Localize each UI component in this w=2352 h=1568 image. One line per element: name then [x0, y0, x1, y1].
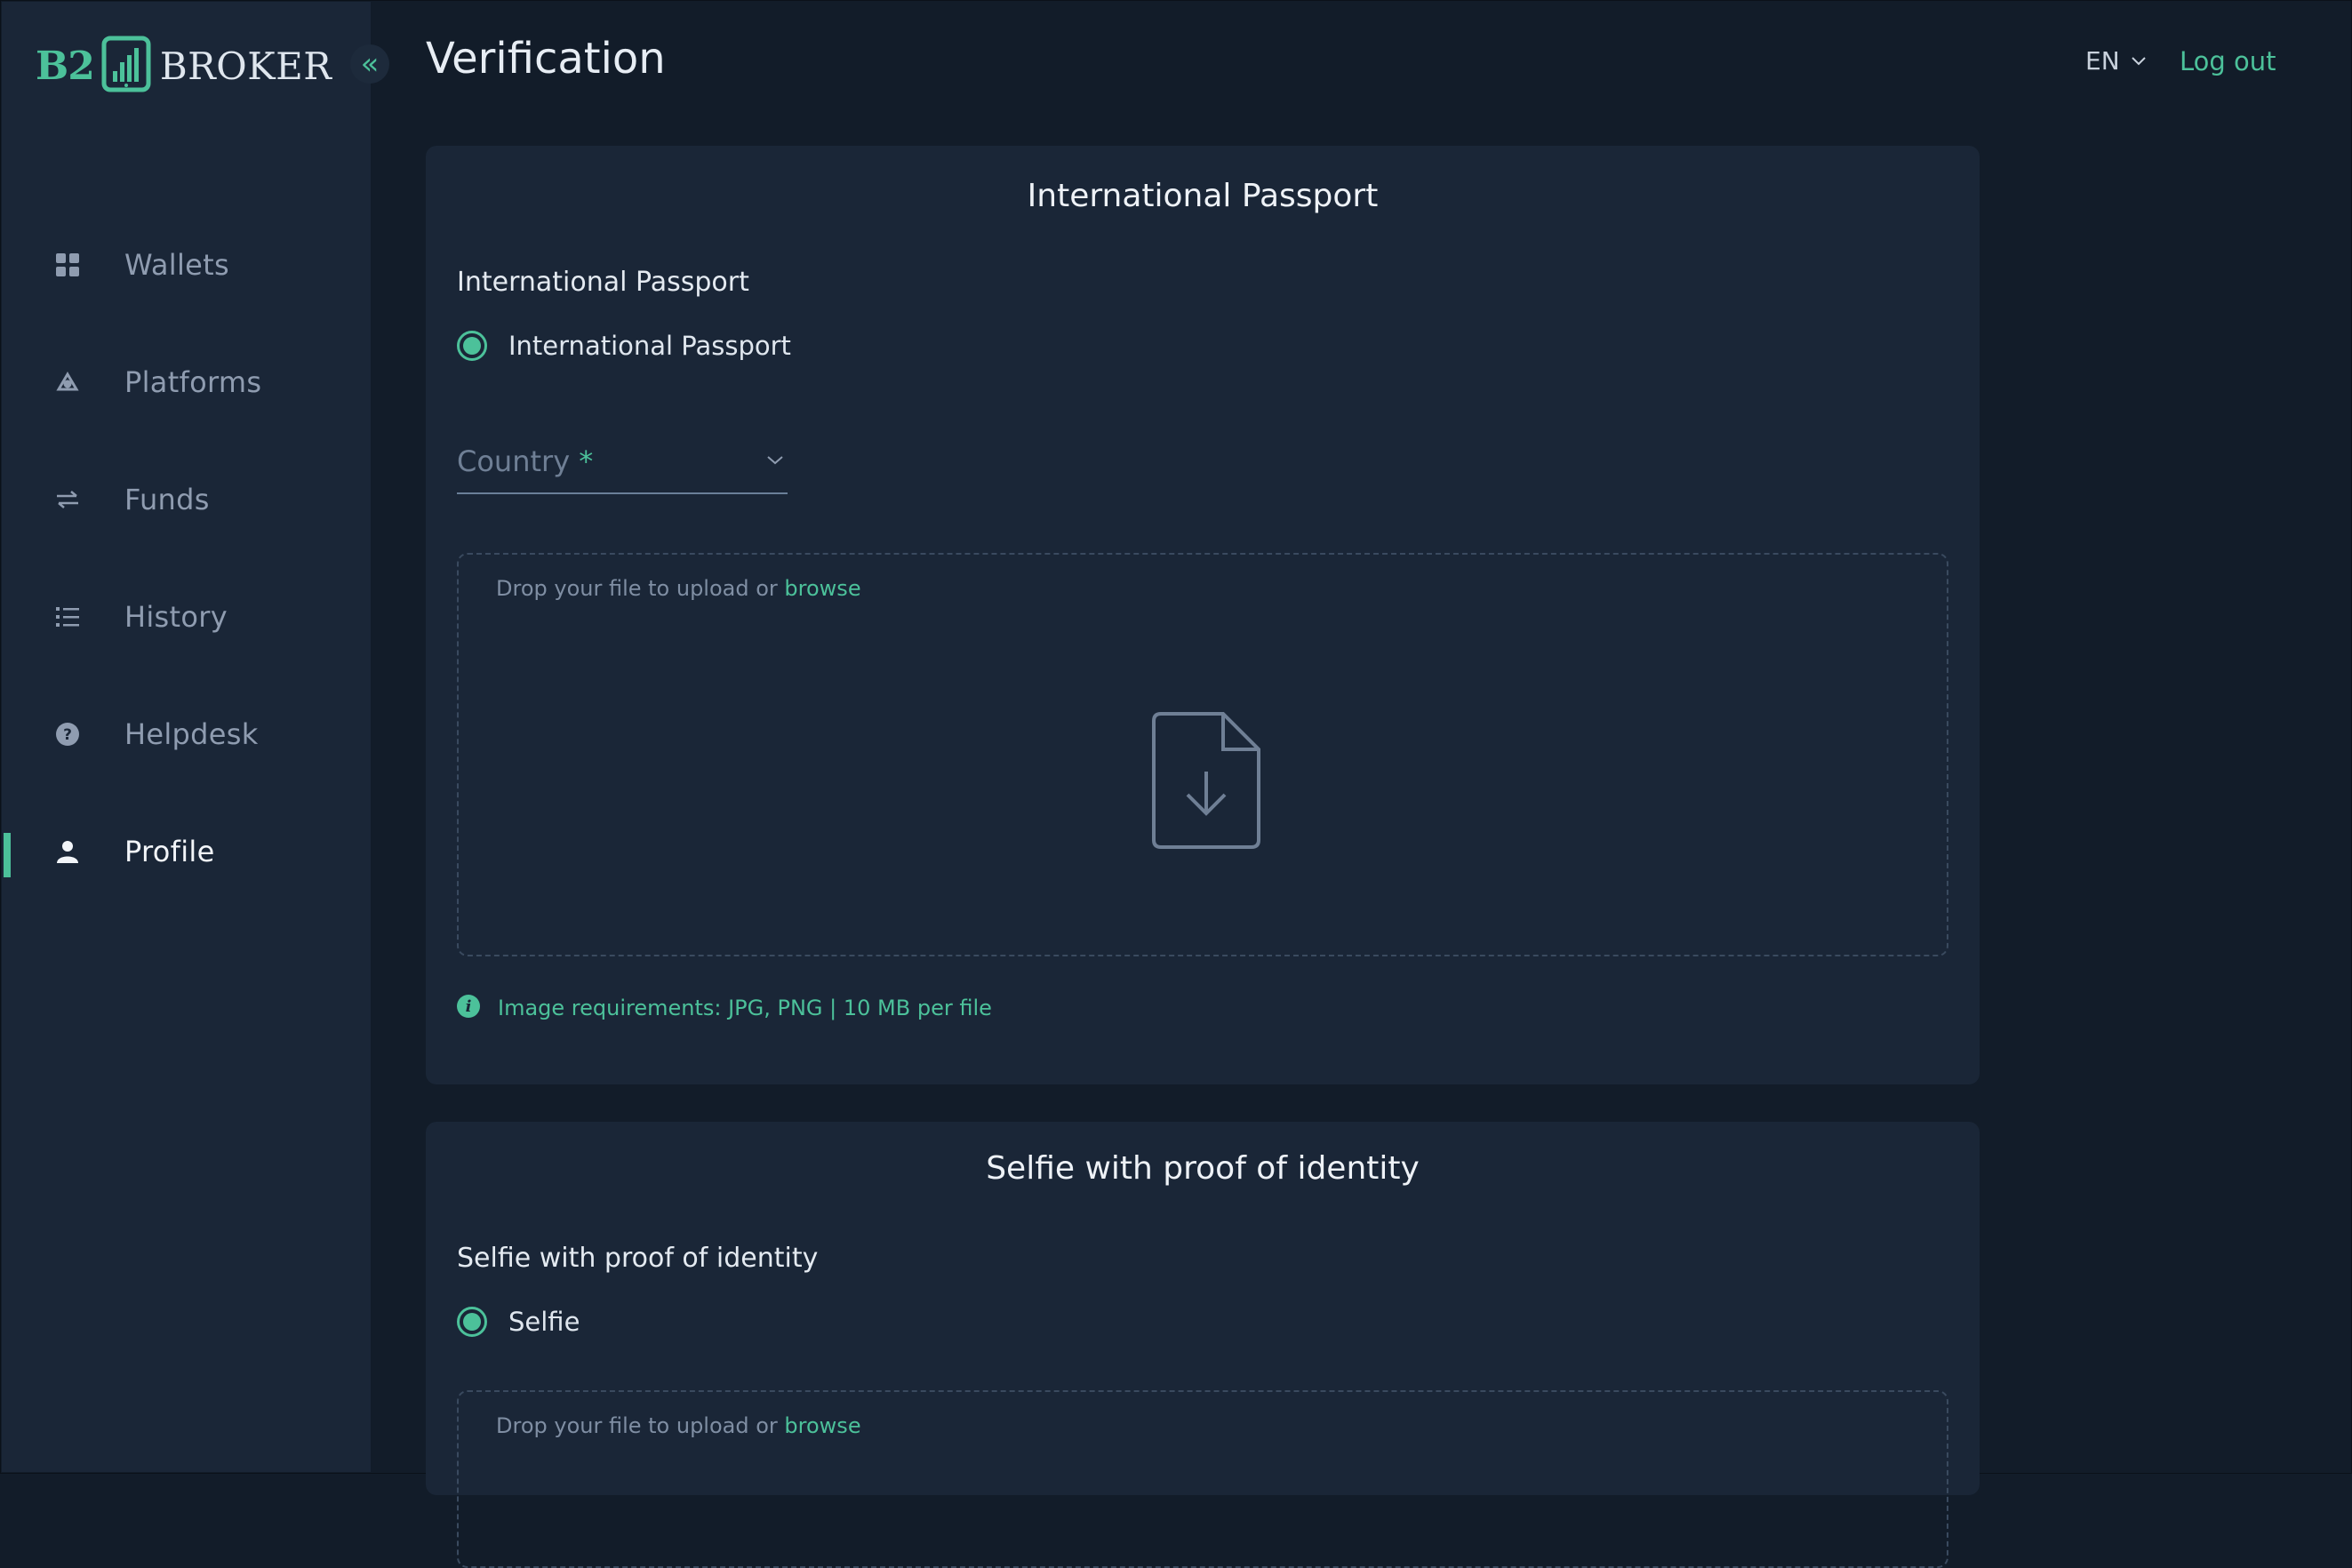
- passport-card: International Passport International Pas…: [426, 146, 1980, 1084]
- section-label: International Passport: [457, 267, 749, 298]
- dropzone-hint: Drop your file to upload or browse: [496, 576, 861, 601]
- card-title: Selfie with proof of identity: [986, 1150, 1420, 1187]
- double-chevron-left-icon: «: [360, 46, 380, 82]
- country-select[interactable]: Country *: [457, 439, 788, 494]
- radio-button-selected[interactable]: [457, 1307, 487, 1337]
- sidebar-item-label: Profile: [124, 835, 215, 868]
- selfie-radio-option[interactable]: Selfie: [457, 1307, 580, 1337]
- sidebar-item-helpdesk[interactable]: ? Helpdesk: [2, 676, 371, 793]
- info-icon: i: [457, 995, 480, 1018]
- sidebar-item-wallets[interactable]: Wallets: [2, 206, 371, 324]
- sidebar-item-funds[interactable]: Funds: [2, 441, 371, 558]
- sidebar: B2 BROKER « Wallets Platforms Funds Hist…: [2, 2, 389, 1472]
- sidebar-item-label: Funds: [124, 483, 210, 516]
- language-value: EN: [2085, 46, 2120, 76]
- passport-file-dropzone[interactable]: Drop your file to upload or browse: [457, 553, 1948, 956]
- sidebar-item-platforms[interactable]: Platforms: [2, 324, 371, 441]
- platforms-icon: [53, 368, 82, 396]
- image-requirements: i Image requirements: JPG, PNG | 10 MB p…: [457, 995, 992, 1020]
- user-icon: [53, 837, 82, 866]
- collapse-sidebar-button[interactable]: «: [350, 44, 389, 84]
- browse-link[interactable]: browse: [784, 576, 860, 601]
- dropzone-hint: Drop your file to upload or browse: [496, 1413, 861, 1438]
- chevron-down-icon: [2131, 56, 2146, 65]
- sidebar-item-profile[interactable]: Profile: [2, 793, 371, 910]
- brand-prefix: B2: [36, 43, 95, 89]
- svg-text:?: ?: [63, 726, 72, 744]
- browse-link[interactable]: browse: [784, 1413, 860, 1438]
- brand-name: BROKER: [159, 44, 332, 88]
- radio-label: International Passport: [508, 331, 791, 361]
- country-placeholder: Country *: [457, 444, 594, 478]
- sidebar-item-label: Helpdesk: [124, 717, 259, 751]
- help-circle-icon: ?: [53, 720, 82, 748]
- radio-button-selected[interactable]: [457, 331, 487, 361]
- sidebar-item-label: Wallets: [124, 248, 229, 282]
- card-title: International Passport: [1027, 178, 1379, 214]
- language-selector[interactable]: EN: [2085, 46, 2147, 76]
- selfie-file-dropzone[interactable]: Drop your file to upload or browse: [457, 1390, 1948, 1568]
- sidebar-item-label: History: [124, 600, 228, 634]
- passport-radio-option[interactable]: International Passport: [457, 331, 791, 361]
- grid-icon: [53, 251, 82, 279]
- sidebar-item-label: Platforms: [124, 365, 262, 399]
- list-icon: [53, 603, 82, 631]
- radio-label: Selfie: [508, 1307, 580, 1337]
- requirements-text: Image requirements: JPG, PNG | 10 MB per…: [498, 996, 992, 1020]
- page-title: Verification: [426, 34, 666, 84]
- brand-logo[interactable]: B2 BROKER: [36, 36, 332, 96]
- sidebar-nav: Wallets Platforms Funds History ? Helpde…: [2, 206, 371, 910]
- selfie-card: Selfie with proof of identity Selfie wit…: [426, 1122, 1980, 1568]
- logout-link[interactable]: Log out: [2180, 46, 2276, 76]
- transfer-arrows-icon: [53, 485, 82, 514]
- tablet-chart-icon: [101, 36, 151, 96]
- file-download-icon: [1152, 712, 1260, 849]
- chevron-down-icon: [767, 456, 783, 465]
- section-label: Selfie with proof of identity: [457, 1243, 819, 1274]
- sidebar-item-history[interactable]: History: [2, 558, 371, 676]
